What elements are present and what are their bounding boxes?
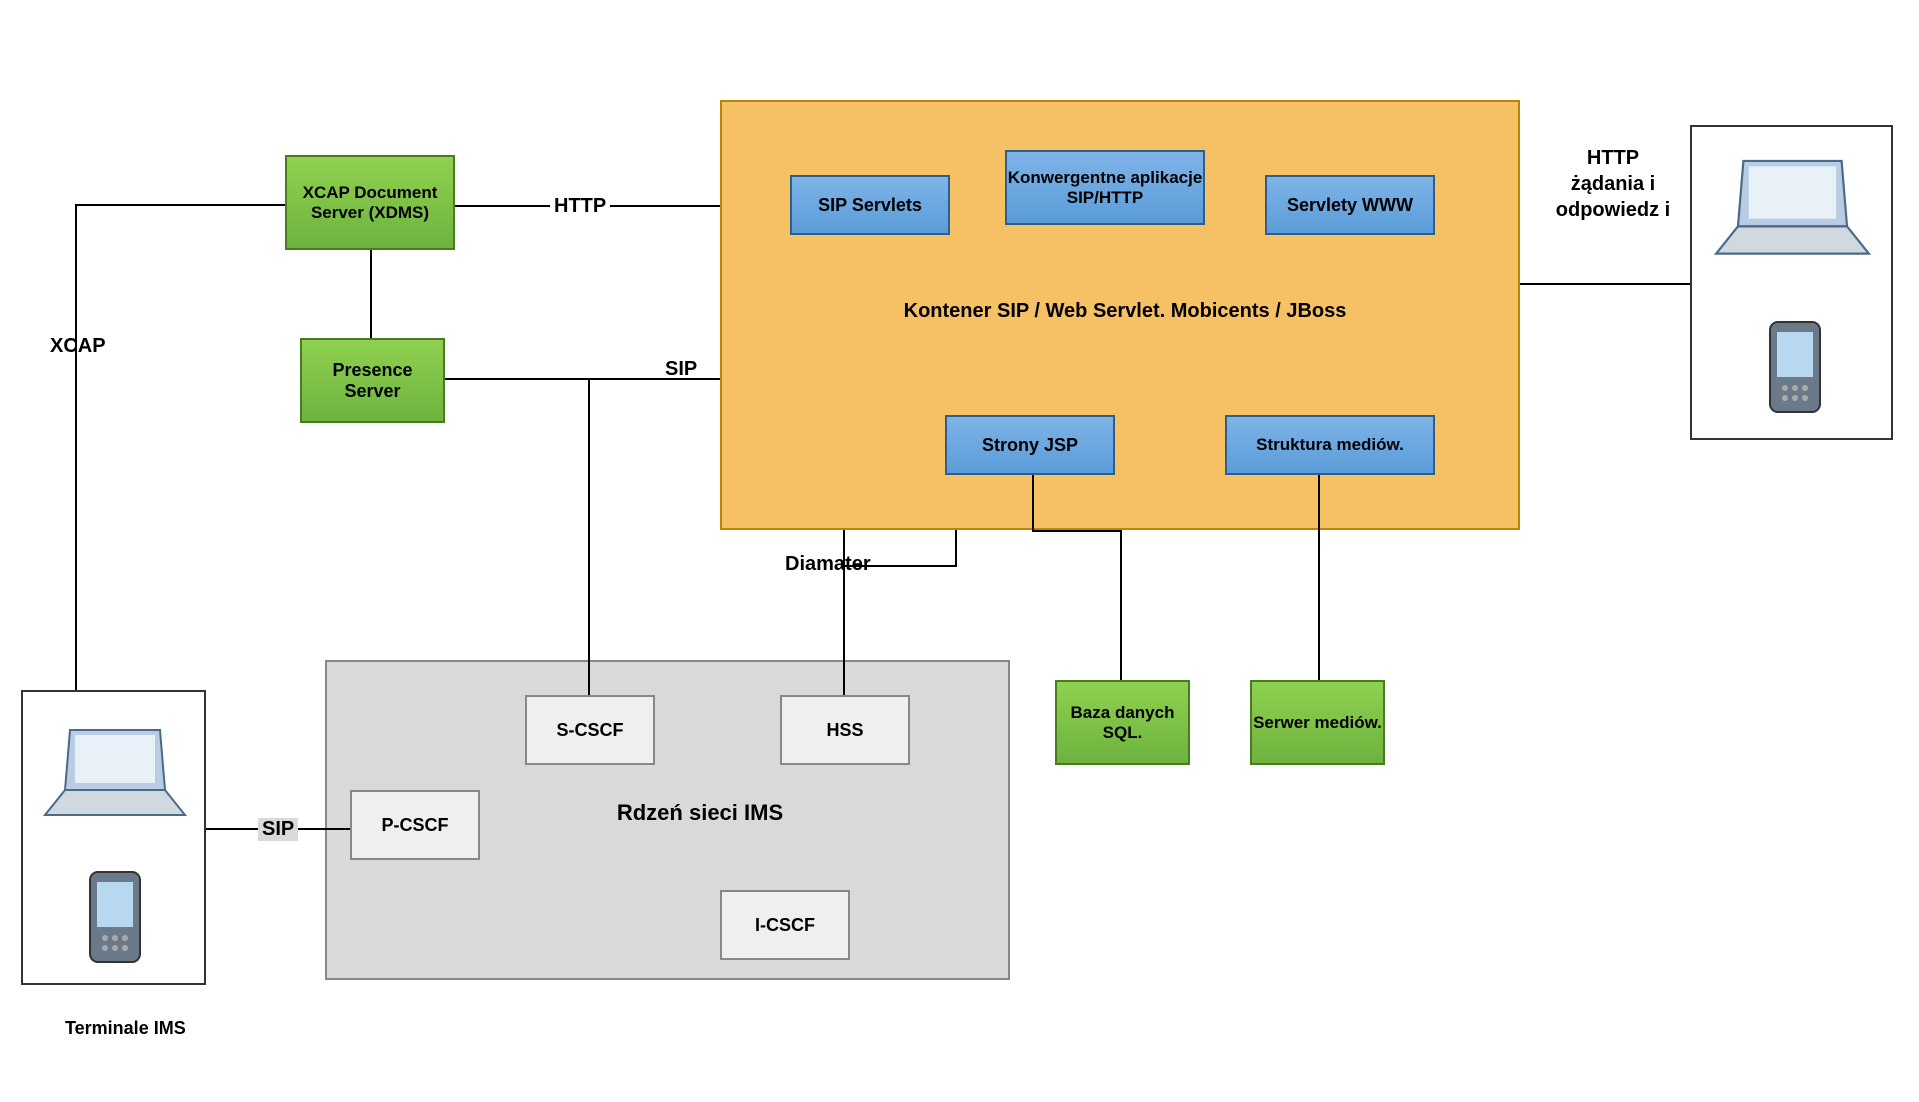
- connector: [1318, 475, 1320, 680]
- connector: [75, 205, 77, 690]
- s-cscf-box: S-CSCF: [525, 695, 655, 765]
- connector: [955, 530, 957, 565]
- sip-label: SIP: [665, 358, 697, 381]
- p-cscf-label: P-CSCF: [382, 815, 449, 836]
- xcap-server-box: XCAP Document Server (XDMS): [285, 155, 455, 250]
- connector: [1032, 530, 1120, 532]
- http-zadania-label: HTTP żądania i odpowiedz i: [1548, 145, 1678, 223]
- connector: [1032, 475, 1034, 532]
- presence-server-label: Presence Server: [302, 360, 443, 402]
- sip-servlets-label: SIP Servlets: [818, 195, 922, 216]
- strony-jsp-label: Strony JSP: [982, 435, 1078, 456]
- konwergentne-box: Konwergentne aplikacje SIP/HTTP: [1005, 150, 1205, 225]
- http-label: HTTP: [550, 195, 610, 218]
- sip-servlets-box: SIP Servlets: [790, 175, 950, 235]
- terminale-ims-label: Terminale IMS: [65, 1018, 186, 1039]
- baza-danych-box: Baza danych SQL.: [1055, 680, 1190, 765]
- servlety-www-box: Servlety WWW: [1265, 175, 1435, 235]
- connector: [1120, 530, 1122, 680]
- laptop-icon: [40, 720, 190, 830]
- i-cscf-box: I-CSCF: [720, 890, 850, 960]
- connector: [75, 204, 285, 206]
- diamater-label: Diamater: [785, 553, 871, 576]
- xcap-server-label: XCAP Document Server (XDMS): [287, 183, 453, 223]
- sip2-label: SIP: [258, 818, 298, 841]
- i-cscf-label: I-CSCF: [755, 915, 815, 936]
- servlety-www-label: Servlety WWW: [1287, 195, 1413, 216]
- struktura-mediow-box: Struktura mediów.: [1225, 415, 1435, 475]
- connector: [370, 250, 372, 338]
- kontener-label: Kontener SIP / Web Servlet. Mobicents / …: [860, 300, 1390, 323]
- p-cscf-box: P-CSCF: [350, 790, 480, 860]
- hss-box: HSS: [780, 695, 910, 765]
- phone-icon: [85, 870, 145, 965]
- strony-jsp-box: Strony JSP: [945, 415, 1115, 475]
- hss-label: HSS: [826, 720, 863, 741]
- phone-icon-right: [1765, 320, 1825, 415]
- konwergentne-label: Konwergentne aplikacje SIP/HTTP: [1007, 168, 1203, 208]
- laptop-icon-right: [1710, 150, 1875, 270]
- s-cscf-label: S-CSCF: [557, 720, 624, 741]
- presence-server-box: Presence Server: [300, 338, 445, 423]
- rdzen-label: Rdzeń sieci IMS: [590, 800, 810, 826]
- connector: [1520, 283, 1690, 285]
- serwer-mediow-box: Serwer mediów.: [1250, 680, 1385, 765]
- serwer-mediow-label: Serwer mediów.: [1253, 713, 1382, 733]
- connector: [588, 378, 590, 695]
- struktura-mediow-label: Struktura mediów.: [1256, 435, 1404, 455]
- xcap-label: XCAP: [50, 335, 106, 358]
- baza-danych-label: Baza danych SQL.: [1057, 703, 1188, 743]
